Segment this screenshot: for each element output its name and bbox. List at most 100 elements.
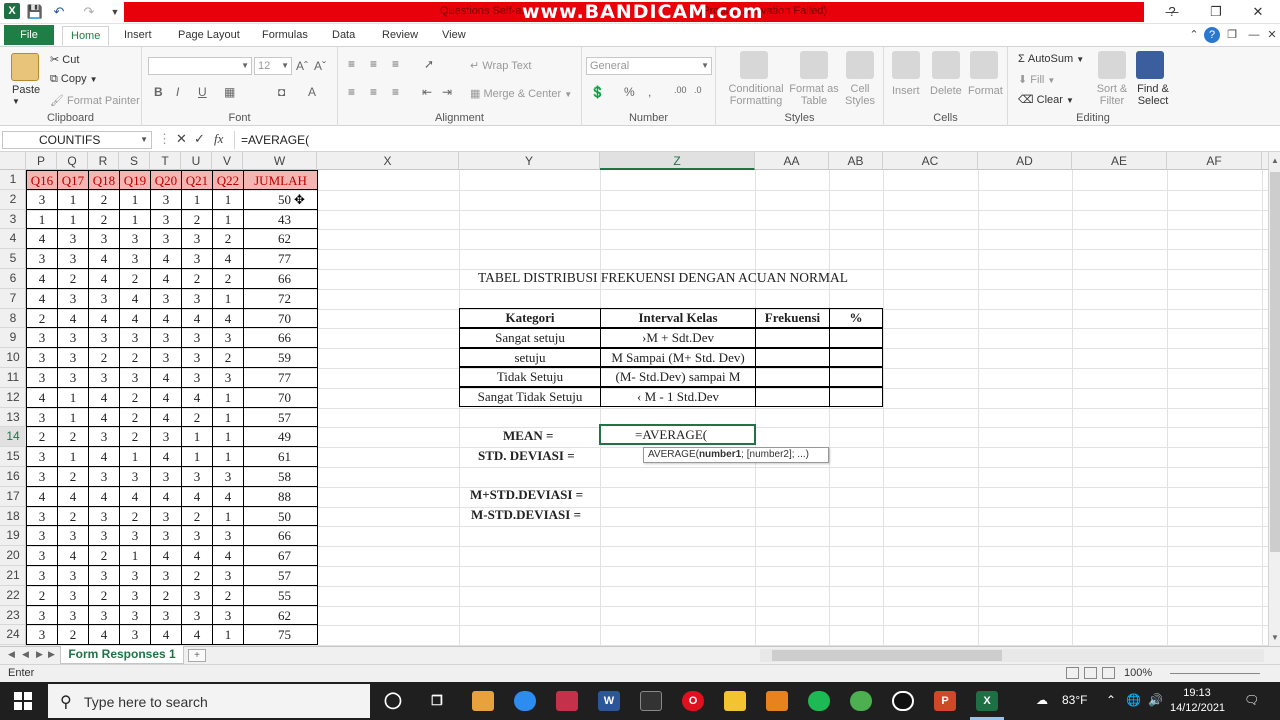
sort-filter-button[interactable]: Sort & Filter — [1094, 83, 1130, 107]
data-cell[interactable]: 3 — [119, 585, 151, 606]
data-cell[interactable]: 3 — [119, 249, 151, 269]
data-cell[interactable]: 3 — [119, 566, 151, 586]
increase-font-icon[interactable]: Aˆ — [296, 59, 308, 73]
row-header[interactable]: 14 — [0, 427, 26, 448]
data-cell[interactable]: 3 — [57, 348, 89, 368]
column-header-r[interactable]: R — [88, 152, 119, 170]
data-cell[interactable]: 3 — [26, 526, 58, 547]
data-cell[interactable]: 3 — [181, 526, 213, 547]
data-cell[interactable]: 72 — [243, 288, 318, 309]
number-format-select[interactable]: General ▼ — [586, 57, 712, 75]
data-cell[interactable]: 3 — [150, 467, 182, 487]
format-as-table-button[interactable]: Format as Table — [788, 83, 840, 107]
data-cell[interactable]: 2 — [57, 467, 89, 487]
find-select-button[interactable]: Find & Select — [1132, 83, 1174, 107]
row-header[interactable]: 5 — [0, 249, 26, 269]
data-cell[interactable]: 2 — [57, 427, 89, 448]
data-cell[interactable]: 70 — [243, 308, 318, 329]
data-cell[interactable]: 1 — [119, 447, 151, 467]
data-cell[interactable]: 4 — [88, 249, 120, 269]
data-cell[interactable]: 3 — [88, 506, 120, 527]
data-cell[interactable]: 4 — [150, 486, 182, 507]
zoom-slider[interactable] — [1170, 673, 1260, 674]
data-cell[interactable]: 3 — [181, 288, 213, 309]
dist-frekuensi-cell[interactable] — [755, 367, 830, 388]
data-cell[interactable]: 3 — [150, 566, 182, 586]
data-cell[interactable]: 4 — [150, 447, 182, 467]
data-cell[interactable]: 4 — [88, 269, 120, 289]
normal-view-icon[interactable] — [1066, 667, 1079, 679]
data-cell[interactable]: 2 — [212, 229, 244, 250]
data-cell[interactable]: 2 — [119, 269, 151, 289]
data-cell[interactable]: 3 — [212, 328, 244, 349]
data-cell[interactable]: 4 — [57, 486, 89, 507]
data-cell[interactable]: 2 — [88, 209, 120, 230]
data-cell[interactable]: 2 — [181, 269, 213, 289]
data-cell[interactable]: 4 — [26, 486, 58, 507]
insert-cells-button[interactable]: Insert — [892, 85, 920, 97]
customize-qat-icon[interactable]: ▼ — [106, 3, 124, 21]
data-cell[interactable]: 3 — [57, 566, 89, 586]
row-header[interactable]: 21 — [0, 566, 26, 586]
font-size-select[interactable]: 12 ▼ — [254, 57, 292, 75]
row-header[interactable]: 4 — [0, 229, 26, 250]
row-header[interactable]: 7 — [0, 289, 26, 309]
data-cell[interactable]: 3 — [181, 467, 213, 487]
prev-sheet-icon[interactable]: ◀ — [22, 649, 29, 660]
restore-button[interactable]: ❐ — [1198, 2, 1234, 22]
dist-kategori-cell[interactable]: Sangat setuju — [459, 327, 601, 348]
formula-bar-options-icon[interactable]: ⋮ — [158, 131, 171, 147]
data-cell[interactable]: 3 — [57, 288, 89, 309]
data-cell[interactable]: 3 — [212, 605, 244, 626]
window-restore-small-icon[interactable]: ❐ — [1224, 27, 1240, 43]
last-sheet-icon[interactable]: ▶ — [48, 649, 55, 660]
dist-interval-cell[interactable]: (M- Std.Dev) sampai M — [600, 367, 756, 388]
dist-interval-cell[interactable]: ‹ M - 1 Std.Dev — [600, 387, 756, 407]
data-cell[interactable]: 2 — [26, 308, 58, 329]
dist-kategori-cell[interactable]: setuju — [459, 347, 601, 368]
comma-style-icon[interactable]: , — [648, 85, 651, 99]
data-cell[interactable]: 3 — [57, 585, 89, 606]
data-cell[interactable]: 61 — [243, 447, 318, 467]
data-cell[interactable]: 2 — [119, 348, 151, 368]
merge-center-button[interactable]: ▦ Merge & Center ▼ — [470, 87, 572, 100]
data-cell[interactable]: 77 — [243, 249, 318, 269]
header-cell[interactable]: JUMLAH — [243, 170, 318, 190]
data-cell[interactable]: 3 — [181, 249, 213, 269]
row-header[interactable]: 18 — [0, 507, 26, 527]
data-cell[interactable]: 3 — [150, 209, 182, 230]
data-cell[interactable]: 1 — [119, 546, 151, 566]
data-cell[interactable]: 2 — [57, 506, 89, 527]
column-header-aa[interactable]: AA — [755, 152, 829, 170]
increase-indent-icon[interactable]: ⇥ — [442, 85, 452, 99]
dist-frekuensi-cell[interactable] — [755, 387, 830, 407]
data-cell[interactable]: 3 — [181, 328, 213, 349]
row-header[interactable]: 6 — [0, 269, 26, 289]
data-cell[interactable]: 1 — [212, 407, 244, 428]
data-cell[interactable]: 3 — [150, 605, 182, 626]
powerpoint-icon[interactable]: P — [934, 691, 956, 711]
data-cell[interactable]: 4 — [181, 308, 213, 329]
binoculars-icon[interactable] — [1136, 51, 1164, 79]
data-cell[interactable]: 1 — [212, 189, 244, 210]
volume-icon[interactable]: 🔊 — [1148, 693, 1163, 707]
data-cell[interactable]: 3 — [88, 328, 120, 349]
column-header-u[interactable]: U — [181, 152, 212, 170]
sort-filter-icon[interactable] — [1098, 51, 1126, 79]
data-cell[interactable]: 4 — [119, 486, 151, 507]
data-cell[interactable]: 2 — [57, 625, 89, 646]
data-cell[interactable]: 4 — [212, 249, 244, 269]
font-color-icon[interactable]: A — [308, 85, 316, 99]
column-header-ad[interactable]: AD — [978, 152, 1072, 170]
column-header-x[interactable]: X — [317, 152, 459, 170]
data-cell[interactable]: 4 — [212, 486, 244, 507]
row-header[interactable]: 17 — [0, 487, 26, 507]
data-cell[interactable]: 3 — [57, 229, 89, 250]
data-cell[interactable]: 66 — [243, 526, 318, 547]
dist-percent-cell[interactable] — [829, 387, 883, 407]
decrease-decimal-icon[interactable]: .0 — [694, 85, 702, 95]
data-cell[interactable]: 50 — [243, 506, 318, 527]
dist-percent-cell[interactable] — [829, 327, 883, 348]
data-cell[interactable]: 3 — [88, 467, 120, 487]
fill-button[interactable]: ⬇ Fill ▼ — [1018, 73, 1055, 86]
